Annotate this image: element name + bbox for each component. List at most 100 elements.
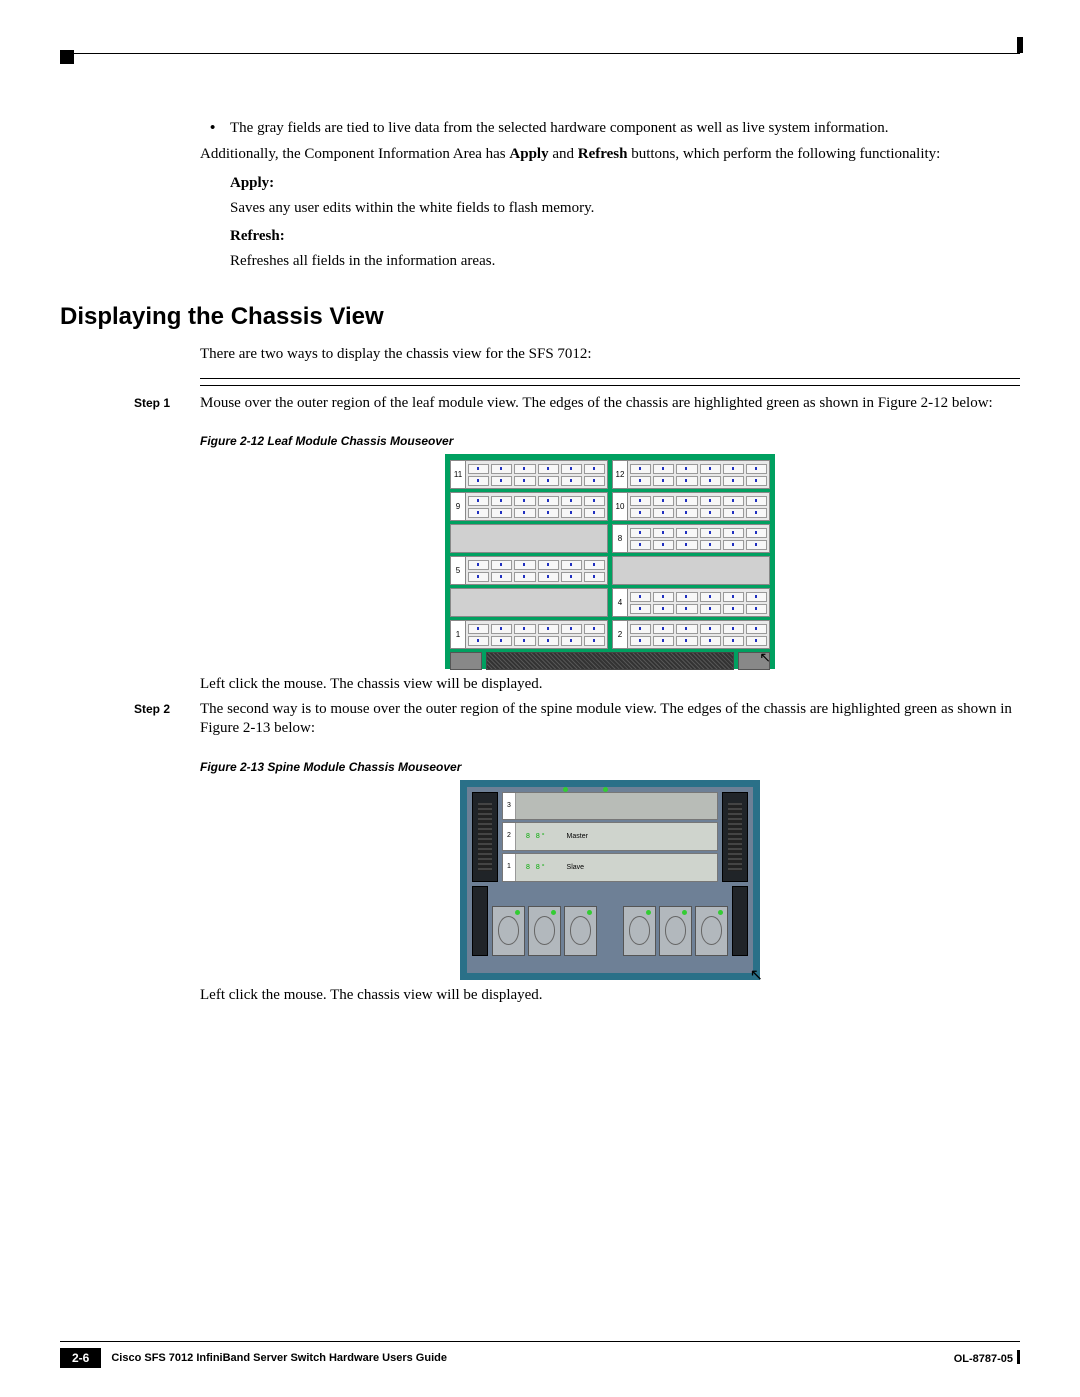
footer-docid: OL-8787-05: [954, 1350, 1020, 1367]
leaf-slot: 4: [612, 588, 770, 617]
figure-2-12-caption: Figure 2-12 Leaf Module Chassis Mouseove…: [200, 434, 1020, 448]
port: [653, 476, 674, 486]
leaf-slot: 10: [612, 492, 770, 521]
port: [561, 476, 582, 486]
section-heading: Displaying the Chassis View: [60, 303, 1020, 331]
port: [723, 476, 744, 486]
refresh-text: Refreshes all fields in the information …: [230, 252, 1020, 271]
port: [468, 476, 489, 486]
port: [676, 528, 697, 538]
port: [630, 592, 651, 602]
leaf-slot: 8: [612, 524, 770, 553]
port: [561, 560, 582, 570]
port: [514, 476, 535, 486]
leaf-slot: [450, 588, 608, 617]
slot-number: 4: [613, 589, 628, 616]
port: [514, 508, 535, 518]
port: [538, 508, 559, 518]
fan-module: [492, 906, 525, 956]
psu-block: [738, 652, 770, 670]
fan-module: [695, 906, 728, 956]
step-2-post: Left click the mouse. The chassis view w…: [200, 986, 1020, 1005]
port: [491, 508, 512, 518]
fan-module: [623, 906, 656, 956]
header-left-square: [60, 50, 74, 64]
port: [514, 572, 535, 582]
step-1-text: Mouse over the outer region of the leaf …: [200, 394, 1020, 413]
port: [700, 604, 721, 614]
bullet-text: The gray fields are tied to live data fr…: [230, 120, 889, 137]
cursor-icon: ↖: [750, 965, 763, 985]
vent-grille: [486, 652, 734, 670]
port: [653, 604, 674, 614]
slot-leds: 8 8°: [526, 864, 547, 871]
port: [723, 592, 744, 602]
slot-leds: 8 8°: [526, 833, 547, 840]
page-top-rule: [60, 40, 1020, 54]
port: [723, 464, 744, 474]
slot-number: 8: [613, 525, 628, 552]
spine-slot: 3: [502, 792, 718, 821]
port: [746, 540, 767, 550]
port: [491, 496, 512, 506]
step-1-label: Step 1: [60, 394, 200, 413]
port: [538, 572, 559, 582]
spine-bottom-block: [472, 886, 488, 956]
step-1-post: Left click the mouse. The chassis view w…: [200, 675, 1020, 694]
port: [514, 496, 535, 506]
port: [514, 624, 535, 634]
port: [653, 508, 674, 518]
port: [468, 572, 489, 582]
slot-number: 2: [503, 823, 516, 850]
port: [676, 592, 697, 602]
leaf-slot: 1: [450, 620, 608, 649]
port: [676, 464, 697, 474]
fan-module: [528, 906, 561, 956]
leaf-chassis-figure: 111291085412↖: [445, 454, 775, 669]
port: [538, 496, 559, 506]
leaf-slot: 5: [450, 556, 608, 585]
port: [746, 508, 767, 518]
port: [491, 624, 512, 634]
port: [584, 508, 605, 518]
port: [723, 636, 744, 646]
port: [653, 528, 674, 538]
psu-block: [450, 652, 482, 670]
port: [468, 636, 489, 646]
port: [630, 636, 651, 646]
page-number: 2-6: [60, 1348, 101, 1368]
port: [584, 476, 605, 486]
apply-label: Apply:: [230, 174, 1020, 193]
port: [538, 560, 559, 570]
port: [630, 508, 651, 518]
port: [700, 496, 721, 506]
port: [584, 496, 605, 506]
spine-bottom-block: [732, 886, 748, 956]
port: [723, 496, 744, 506]
port: [746, 624, 767, 634]
port: [700, 464, 721, 474]
port: [584, 560, 605, 570]
figure-2-13-caption: Figure 2-13 Spine Module Chassis Mouseov…: [200, 760, 1020, 774]
port: [468, 508, 489, 518]
slot-number: 1: [451, 621, 466, 648]
paragraph-additional: Additionally, the Component Information …: [200, 145, 1020, 164]
port: [630, 496, 651, 506]
port: [700, 592, 721, 602]
port: [561, 624, 582, 634]
port: [561, 464, 582, 474]
port: [468, 496, 489, 506]
leaf-slot: [612, 556, 770, 585]
port: [491, 636, 512, 646]
slot-number: 9: [451, 493, 466, 520]
spine-slot: 28 8°Master: [502, 822, 718, 851]
port: [630, 476, 651, 486]
port: [491, 476, 512, 486]
port: [653, 496, 674, 506]
port: [723, 604, 744, 614]
slot-number: 10: [613, 493, 628, 520]
port: [700, 476, 721, 486]
apply-text: Saves any user edits within the white fi…: [230, 199, 1020, 218]
leaf-slot: 9: [450, 492, 608, 521]
port: [584, 624, 605, 634]
